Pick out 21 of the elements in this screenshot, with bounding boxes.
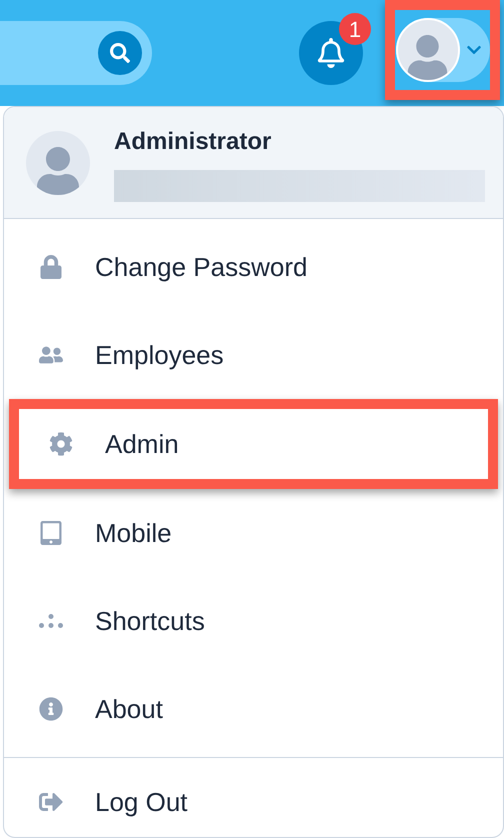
user-menu-button[interactable] — [385, 0, 500, 100]
gear-icon — [49, 432, 73, 456]
tablet-icon — [39, 521, 63, 545]
bell-icon — [316, 38, 346, 68]
menu-item[interactable]: Shortcuts — [4, 577, 503, 665]
lock-icon — [39, 255, 63, 279]
menu-item[interactable]: Log Out — [4, 758, 503, 837]
menu-item[interactable]: Employees — [4, 311, 503, 399]
menu-item[interactable]: Mobile — [4, 489, 503, 577]
exit-icon — [39, 790, 63, 814]
person-silhouette-icon — [34, 146, 82, 194]
menu-item[interactable]: Admin — [9, 399, 498, 489]
search-field[interactable] — [0, 21, 152, 85]
user-name: Administrator — [114, 126, 272, 156]
info-icon — [39, 697, 63, 721]
menu-item[interactable]: About — [4, 665, 503, 753]
search-button[interactable] — [98, 31, 142, 75]
person-silhouette-icon — [405, 35, 450, 80]
menu-item[interactable]: Change Password — [4, 223, 503, 311]
search-icon — [110, 43, 130, 63]
notification-count: 1 — [339, 13, 371, 45]
